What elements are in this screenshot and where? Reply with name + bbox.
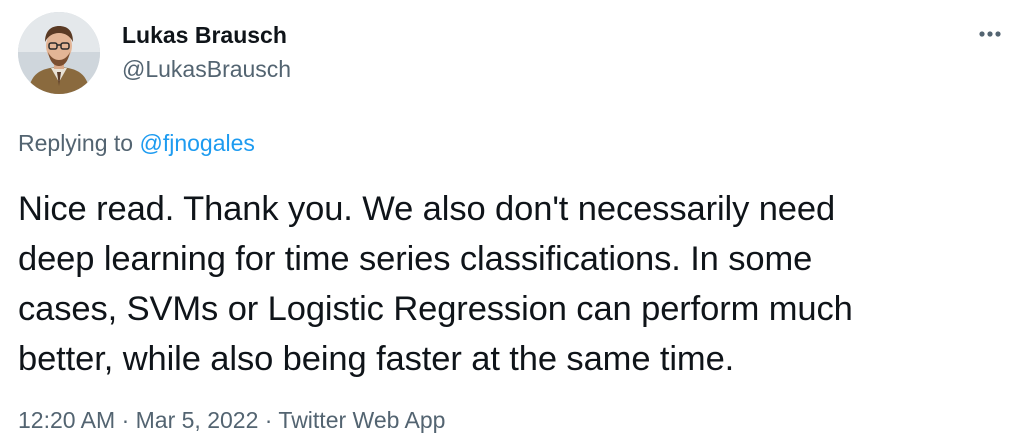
user-handle[interactable]: @LukasBrausch (122, 54, 291, 84)
tweet-text-line: deep learning for time series classifica… (18, 240, 813, 278)
more-horizontal-icon (979, 31, 1001, 37)
tweet-source: Twitter Web App (278, 407, 446, 433)
tweet-text: Nice read. Thank you. We also don't nece… (18, 184, 1018, 384)
more-options-button[interactable] (970, 22, 1010, 46)
tweet-text-line: Nice read. Thank you. We also don't nece… (18, 190, 836, 228)
tweet-date[interactable]: Mar 5, 2022 (136, 407, 259, 433)
replying-to-label: Replying to (18, 130, 140, 156)
tweet-text-line: cases, SVMs or Logistic Regression can p… (18, 290, 853, 328)
user-info: Lukas Brausch @LukasBrausch (122, 20, 291, 84)
profile-photo-icon (18, 12, 100, 94)
tweet-text-line: better, while also being faster at the s… (18, 340, 735, 378)
avatar[interactable] (18, 12, 100, 94)
tweet-card: Lukas Brausch @LukasBrausch Replying to … (0, 0, 1031, 448)
display-name[interactable]: Lukas Brausch (122, 20, 291, 50)
tweet-time[interactable]: 12:20 AM (18, 407, 115, 433)
replying-to: Replying to @fjnogales (18, 128, 255, 158)
meta-separator: · (258, 407, 279, 433)
reply-mention-link[interactable]: @fjnogales (139, 130, 254, 156)
tweet-metadata: 12:20 AM · Mar 5, 2022 · Twitter Web App (18, 405, 445, 435)
meta-separator: · (115, 407, 136, 433)
